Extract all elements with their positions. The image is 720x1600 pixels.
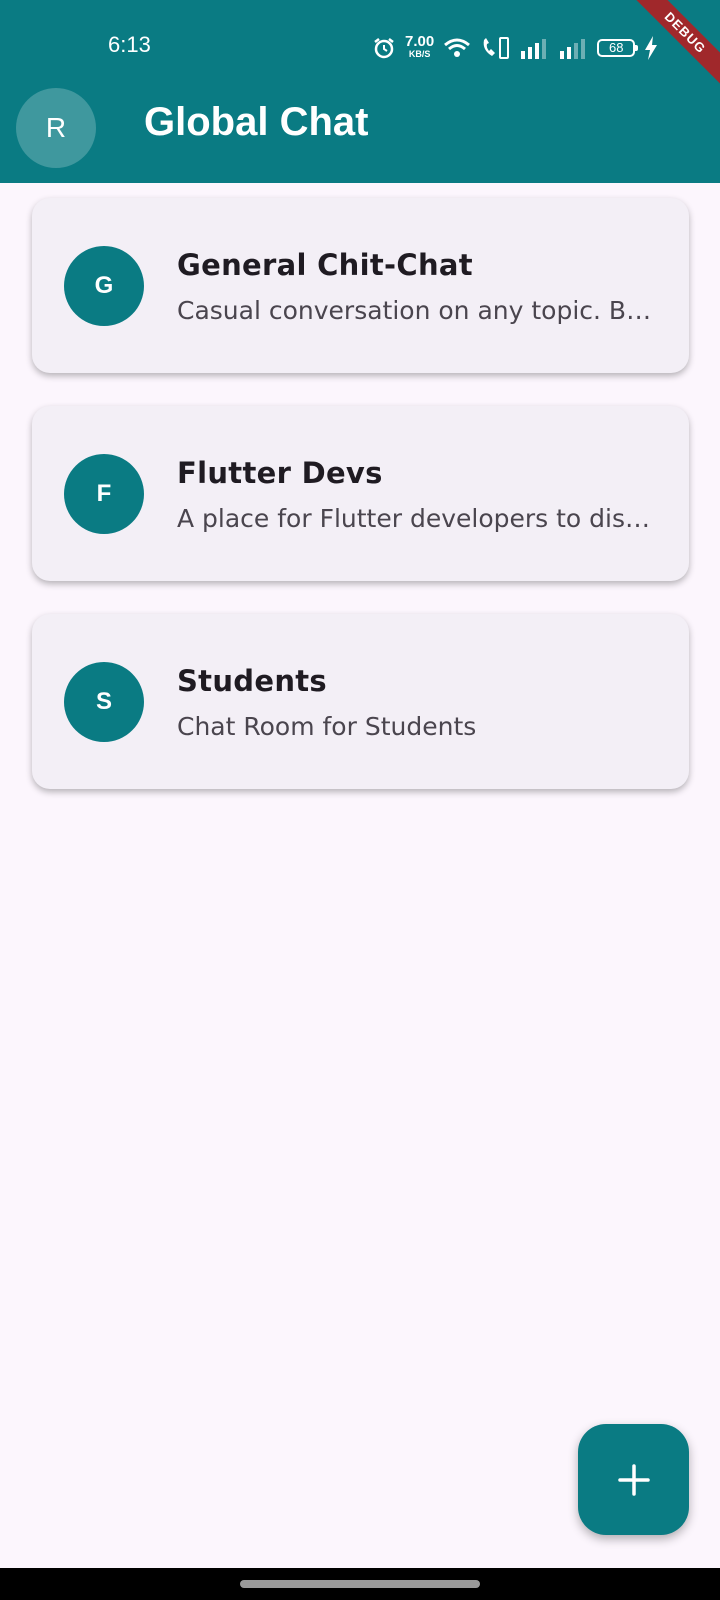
- battery-indicator: 68: [597, 39, 639, 57]
- app-bar: 6:13 7.00 KB/S 68 DEBUG R Global Chat: [0, 0, 720, 183]
- room-name: General Chit-Chat: [177, 248, 473, 282]
- wifi-icon: [444, 38, 471, 57]
- add-room-button[interactable]: [578, 1424, 689, 1535]
- page-title: Global Chat: [144, 100, 369, 144]
- chat-room-card-general[interactable]: G General Chit-Chat Casual conversation …: [32, 198, 689, 373]
- room-description: Casual conversation on any topic. B…: [177, 296, 652, 325]
- room-avatar: S: [64, 662, 144, 742]
- system-navigation-bar: [0, 1568, 720, 1600]
- room-name: Students: [177, 664, 327, 698]
- chat-room-card-flutter-devs[interactable]: F Flutter Devs A place for Flutter devel…: [32, 406, 689, 581]
- room-avatar: F: [64, 454, 144, 534]
- plus-icon: [617, 1463, 650, 1496]
- alarm-icon: [374, 38, 394, 59]
- room-avatar: G: [64, 246, 144, 326]
- room-description: Chat Room for Students: [177, 712, 477, 741]
- charging-bolt-icon: [645, 36, 658, 60]
- status-icons: 7.00 KB/S 68: [372, 32, 667, 64]
- gesture-handle[interactable]: [240, 1580, 480, 1588]
- chat-room-card-students[interactable]: S Students Chat Room for Students: [32, 614, 689, 789]
- signal-icon-sim1: [521, 39, 547, 59]
- signal-icon-sim2: [560, 39, 586, 59]
- network-speed: 7.00 KB/S: [405, 33, 435, 59]
- status-time: 6:13: [108, 32, 151, 57]
- room-description: A place for Flutter developers to dis…: [177, 504, 651, 533]
- wifi-call-icon: [483, 37, 510, 59]
- room-name: Flutter Devs: [177, 456, 383, 490]
- profile-avatar[interactable]: R: [16, 88, 96, 168]
